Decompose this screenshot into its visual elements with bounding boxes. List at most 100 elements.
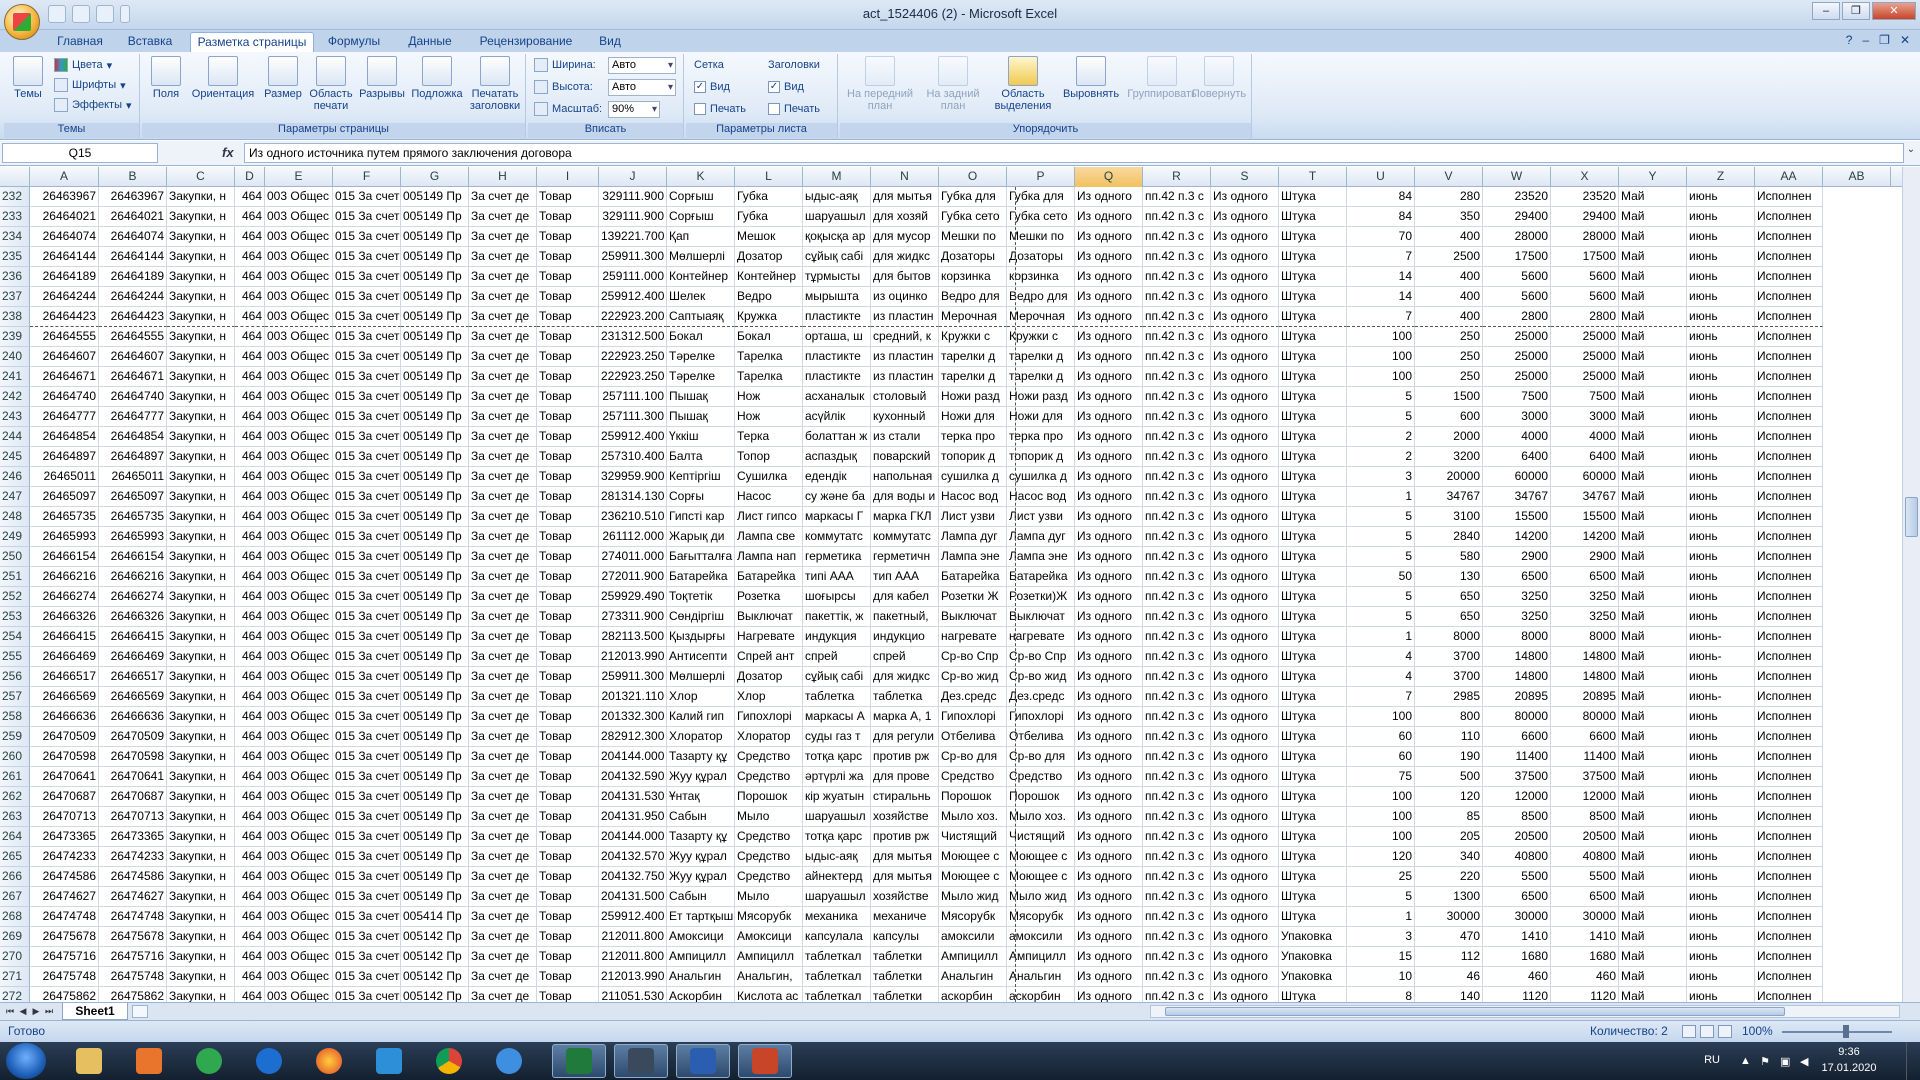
cell-s[interactable]: Из одного xyxy=(1211,287,1279,307)
cell-v[interactable]: 2840 xyxy=(1415,527,1483,547)
cell-i[interactable]: Товар xyxy=(537,447,599,467)
cell-l[interactable]: Сушилка xyxy=(735,467,803,487)
cell-w[interactable]: 3250 xyxy=(1483,607,1551,627)
cell-x[interactable]: 40800 xyxy=(1551,847,1619,867)
cell-z[interactable]: июнь xyxy=(1687,527,1755,547)
cell-o[interactable]: нагревате xyxy=(939,627,1007,647)
cell-z[interactable]: июнь xyxy=(1687,607,1755,627)
cell-v[interactable]: 2000 xyxy=(1415,427,1483,447)
cell-z[interactable]: июнь xyxy=(1687,787,1755,807)
cell-p[interactable]: Мешки по xyxy=(1007,227,1075,247)
cell-b[interactable]: 26466517 xyxy=(99,667,167,687)
cell-e[interactable]: 003 Общес xyxy=(265,587,333,607)
cell-w[interactable]: 28000 xyxy=(1483,227,1551,247)
cell-x[interactable]: 1410 xyxy=(1551,927,1619,947)
cell-v[interactable]: 650 xyxy=(1415,587,1483,607)
cell-t[interactable]: Штука xyxy=(1279,327,1347,347)
height-combo[interactable]: Авто xyxy=(608,78,676,96)
cell-u[interactable]: 2 xyxy=(1347,447,1415,467)
cell-v[interactable]: 30000 xyxy=(1415,907,1483,927)
cell-q[interactable]: Из одного xyxy=(1075,727,1143,747)
cell-g[interactable]: 005149 Пр xyxy=(401,867,469,887)
cell-h[interactable]: За счет де xyxy=(469,247,537,267)
cell-k[interactable]: Сорғыш xyxy=(667,207,735,227)
cell-a[interactable]: 26470713 xyxy=(30,807,99,827)
cell-m[interactable]: таблетка xyxy=(803,687,871,707)
cell-a[interactable]: 26473365 xyxy=(30,827,99,847)
cell-h[interactable]: За счет де xyxy=(469,967,537,987)
tab-formulas[interactable]: Формулы xyxy=(322,32,386,52)
cell-k[interactable]: Антисепти xyxy=(667,647,735,667)
cell-c[interactable]: Закупки, н xyxy=(167,367,235,387)
cell-f[interactable]: 015 За счет xyxy=(333,487,401,507)
cell-s[interactable]: Из одного xyxy=(1211,867,1279,887)
column-header-z[interactable]: Z xyxy=(1687,167,1755,187)
column-header-aa[interactable]: AA xyxy=(1755,167,1823,187)
cell-y[interactable]: Май xyxy=(1619,907,1687,927)
cell-l[interactable]: Амоксици xyxy=(735,927,803,947)
cell-q[interactable]: Из одного xyxy=(1075,707,1143,727)
cell-i[interactable]: Товар xyxy=(537,727,599,747)
cell-g[interactable]: 005142 Пр xyxy=(401,967,469,987)
cell-x[interactable]: 30000 xyxy=(1551,907,1619,927)
cell-o[interactable]: Губка для xyxy=(939,187,1007,207)
cell-q[interactable]: Из одного xyxy=(1075,227,1143,247)
cell-j[interactable]: 259929.490 xyxy=(599,587,667,607)
cell-e[interactable]: 003 Общес xyxy=(265,707,333,727)
cell-t[interactable]: Штука xyxy=(1279,647,1347,667)
headings-view-option[interactable]: ✓ Вид xyxy=(768,78,804,96)
cell-d[interactable]: 464 xyxy=(235,227,265,247)
cell-v[interactable]: 3200 xyxy=(1415,447,1483,467)
cell-i[interactable]: Товар xyxy=(537,527,599,547)
cell-n[interactable]: хозяйстве xyxy=(871,807,939,827)
cell-q[interactable]: Из одного xyxy=(1075,207,1143,227)
cell-r[interactable]: пп.42 п.3 с xyxy=(1143,867,1211,887)
cell-y[interactable]: Май xyxy=(1619,987,1687,1002)
cell-d[interactable]: 464 xyxy=(235,367,265,387)
cell-h[interactable]: За счет де xyxy=(469,347,537,367)
insert-function-button[interactable]: fx xyxy=(222,145,234,160)
cell-e[interactable]: 003 Общес xyxy=(265,827,333,847)
cell-e[interactable]: 003 Общес xyxy=(265,767,333,787)
cell-b[interactable]: 26475748 xyxy=(99,967,167,987)
cell-c[interactable]: Закупки, н xyxy=(167,987,235,1002)
worksheet-grid[interactable]: 232 26463967 26463967 Закупки, н 464 003 Обще… xyxy=(0,187,1902,1002)
cell-j[interactable]: 257111.100 xyxy=(599,387,667,407)
cell-g[interactable]: 005149 Пр xyxy=(401,287,469,307)
cell-n[interactable]: стиральнь xyxy=(871,787,939,807)
cell-q[interactable]: Из одного xyxy=(1075,507,1143,527)
cell-y[interactable]: Май xyxy=(1619,767,1687,787)
cell-n[interactable]: механиче xyxy=(871,907,939,927)
cell-u[interactable]: 70 xyxy=(1347,227,1415,247)
cell-p[interactable]: Розетки)Ж xyxy=(1007,587,1075,607)
cell-f[interactable]: 015 За счет xyxy=(333,287,401,307)
cell-z[interactable]: июнь xyxy=(1687,667,1755,687)
row-header[interactable]: 264 xyxy=(0,827,30,847)
taskbar-powerpoint[interactable] xyxy=(738,1044,792,1078)
cell-u[interactable]: 84 xyxy=(1347,207,1415,227)
cell-w[interactable]: 3000 xyxy=(1483,407,1551,427)
cell-i[interactable]: Товар xyxy=(537,267,599,287)
cell-p[interactable]: Средство xyxy=(1007,767,1075,787)
cell-i[interactable]: Товар xyxy=(537,227,599,247)
cell-j[interactable]: 329111.900 xyxy=(599,207,667,227)
cell-p[interactable]: терка про xyxy=(1007,427,1075,447)
cell-g[interactable]: 005149 Пр xyxy=(401,827,469,847)
cell-k[interactable]: Тоқтетік xyxy=(667,587,735,607)
cell-j[interactable]: 259111.000 xyxy=(599,267,667,287)
cell-v[interactable]: 8000 xyxy=(1415,627,1483,647)
cell-x[interactable]: 1680 xyxy=(1551,947,1619,967)
cell-g[interactable]: 005149 Пр xyxy=(401,567,469,587)
cell-y[interactable]: Май xyxy=(1619,367,1687,387)
cell-b[interactable]: 26464671 xyxy=(99,367,167,387)
cell-u[interactable]: 60 xyxy=(1347,747,1415,767)
cell-p[interactable]: Мыло хоз. xyxy=(1007,807,1075,827)
print-titles-button[interactable]: Печатать заголовки xyxy=(466,56,524,112)
cell-u[interactable]: 3 xyxy=(1347,467,1415,487)
cell-y[interactable]: Май xyxy=(1619,547,1687,567)
row-header[interactable]: 260 xyxy=(0,747,30,767)
cell-v[interactable]: 400 xyxy=(1415,287,1483,307)
cell-aa[interactable]: Исполнен xyxy=(1755,587,1823,607)
cell-l[interactable]: Средство xyxy=(735,867,803,887)
cell-o[interactable]: Чистящий xyxy=(939,827,1007,847)
